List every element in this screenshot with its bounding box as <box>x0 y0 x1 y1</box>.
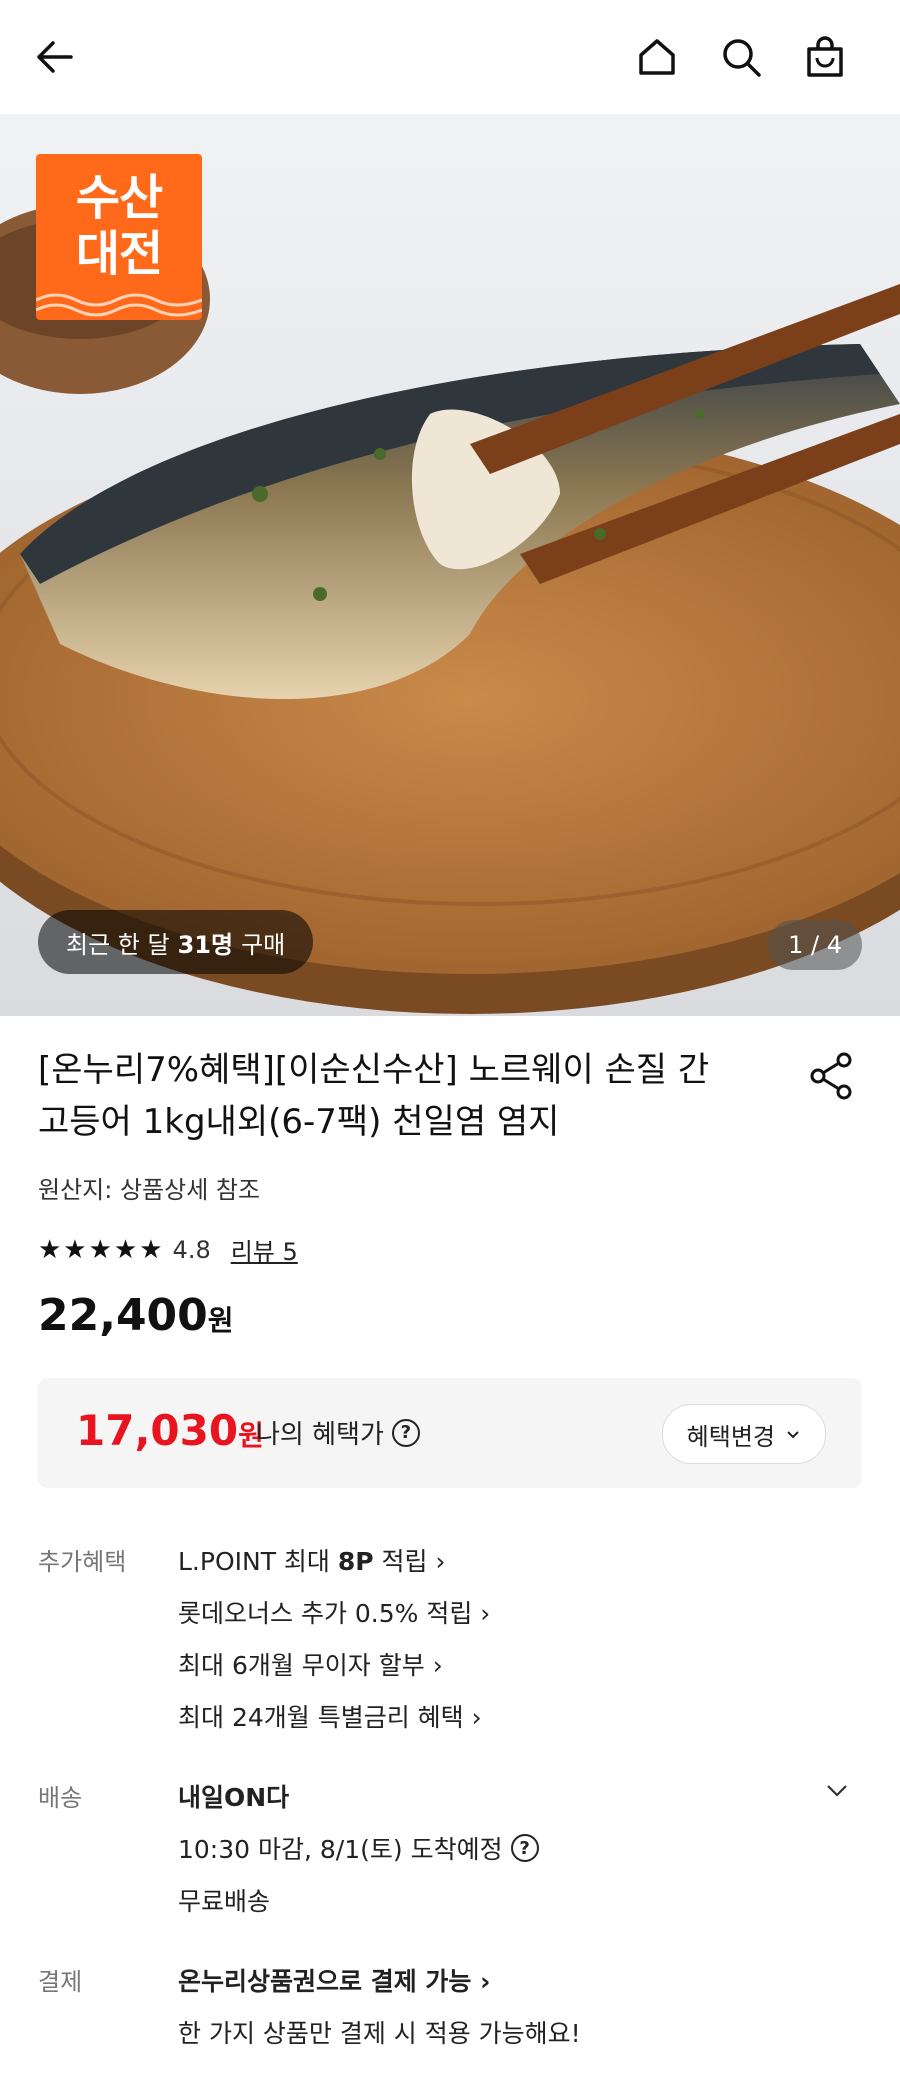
arrow-left-icon <box>37 41 73 73</box>
extra-item-1-text: L.POINT 최대 <box>178 1547 338 1576</box>
recent-count: 31명 <box>177 930 234 959</box>
badge-line-1: 수산 <box>75 170 163 226</box>
rating-row: ★★★★★ 4.8 리뷰 5 <box>38 1232 298 1267</box>
delivery-detail-text: 10:30 마감, 8/1(토) 도착예정 <box>178 1835 503 1864</box>
benefit-price-value: 17,030 <box>76 1406 239 1455</box>
chevron-down-icon[interactable] <box>822 1776 852 1806</box>
back-button[interactable] <box>22 24 88 90</box>
home-icon <box>639 39 675 75</box>
event-badge: 수산 대전 <box>36 154 202 320</box>
search-icon <box>723 39 761 77</box>
extra-benefit-item[interactable]: 롯데오너스 추가 0.5% 적립 › <box>178 1594 490 1630</box>
delivery-title: 내일ON다 <box>178 1783 290 1812</box>
extra-benefit-item[interactable]: L.POINT 최대 8P 적립 › <box>178 1542 446 1578</box>
benefit-price: 17,030원 <box>76 1406 264 1455</box>
rating-value: 4.8 <box>172 1235 211 1264</box>
price-value: 22,400 <box>38 1290 208 1341</box>
change-benefit-button[interactable]: 혜택변경 <box>661 1404 826 1464</box>
help-icon[interactable]: ? <box>391 1418 420 1447</box>
help-icon[interactable]: ? <box>510 1834 539 1862</box>
reviews-link[interactable]: 리뷰 5 <box>231 1232 298 1267</box>
chevron-down-icon <box>787 1431 799 1439</box>
extra-benefit-item[interactable]: 최대 6개월 무이자 할부 › <box>178 1646 443 1682</box>
payment-label: 결제 <box>38 1968 83 1996</box>
delivery-detail: 10:30 마감, 8/1(토) 도착예정 ? <box>178 1830 539 1866</box>
benefit-price-box: 17,030원 나의 혜택가 ? 혜택변경 <box>38 1378 862 1488</box>
benefit-label: 나의 혜택가 ? <box>256 1414 420 1451</box>
top-bar <box>0 0 900 114</box>
product-image[interactable]: 수산 대전 최근 한 달 31명 구매 1 / 4 <box>0 114 900 1016</box>
search-button[interactable] <box>708 24 774 90</box>
recent-suffix: 구매 <box>241 930 286 959</box>
payment-note: 한 가지 상품만 결제 시 적용 가능해요! <box>178 2019 581 2048</box>
benefit-label-text: 나의 혜택가 <box>256 1420 384 1450</box>
title-line-2: 고등어 1kg내외(6-7팩) 천일염 염지 <box>38 1102 560 1142</box>
extra-benefit-item[interactable]: 최대 24개월 특별금리 혜택 › <box>178 1698 482 1734</box>
title-line-1: [온누리7%혜택][이순신수산] 노르웨이 손질 간 <box>38 1050 710 1090</box>
recent-purchase-pill: 최근 한 달 31명 구매 <box>38 910 314 974</box>
original-price: 22,400원 <box>38 1290 234 1341</box>
extra-item-1-suffix: 적립 › <box>373 1547 446 1576</box>
image-counter: 1 / 4 <box>768 920 862 970</box>
recent-prefix: 최근 한 달 <box>66 930 170 959</box>
price-unit: 원 <box>207 1304 234 1337</box>
change-benefit-label: 혜택변경 <box>686 1422 775 1451</box>
product-page: 수산 대전 최근 한 달 31명 구매 1 / 4 [온누리7%혜택][이순신수… <box>0 0 900 2084</box>
cart-button[interactable] <box>792 24 858 90</box>
extra-item-1-bold: 8P <box>337 1547 374 1576</box>
extra-benefit-label: 추가혜택 <box>38 1548 127 1576</box>
free-shipping: 무료배송 <box>178 1887 271 1916</box>
shopping-bag-icon <box>807 36 843 77</box>
home-button[interactable] <box>624 24 690 90</box>
star-rating-icon: ★★★★★ <box>38 1234 165 1265</box>
share-icon[interactable] <box>804 1048 860 1104</box>
origin-info: 원산지: 상품상세 참조 <box>38 1176 261 1204</box>
delivery-label: 배송 <box>38 1784 83 1812</box>
wave-icon <box>36 293 202 317</box>
product-title: [온누리7%혜택][이순신수산] 노르웨이 손질 간 고등어 1kg내외(6-7… <box>38 1044 778 1148</box>
payment-title[interactable]: 온누리상품권으로 결제 가능 › <box>178 1962 490 1998</box>
badge-line-2: 대전 <box>75 226 163 282</box>
